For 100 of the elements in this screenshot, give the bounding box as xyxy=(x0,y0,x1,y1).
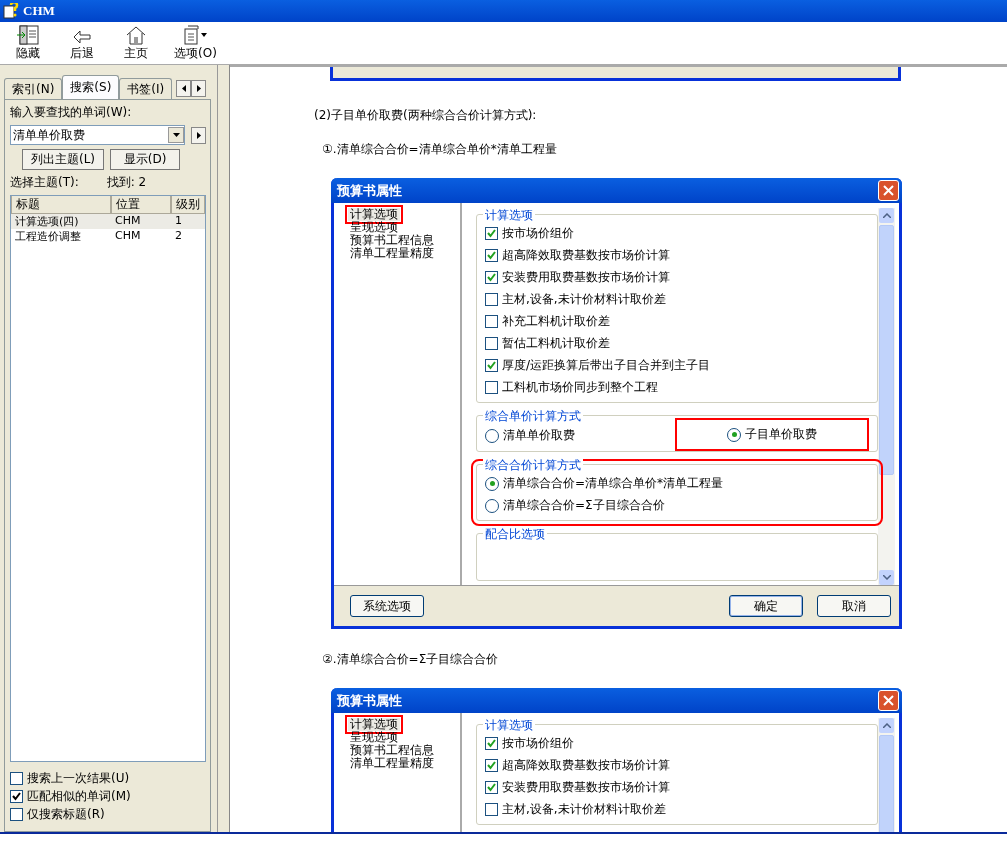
tree-item[interactable]: 呈现选项 xyxy=(348,731,400,744)
radio-label: 清单综合合价=Σ子目综合合价 xyxy=(503,497,665,514)
group-title: 综合单价计算方式 xyxy=(483,408,583,425)
down-chevron-icon xyxy=(882,575,891,580)
column-header[interactable]: 位置 xyxy=(111,196,171,214)
checkbox[interactable] xyxy=(485,315,498,328)
section-heading: (2)子目单价取费(两种综合合价计算方式): xyxy=(314,107,538,124)
checkbox[interactable] xyxy=(485,249,498,262)
checkbox[interactable] xyxy=(485,803,498,816)
toolbar-button[interactable]: 隐藏 xyxy=(8,25,48,62)
back-arrow-icon xyxy=(72,29,92,45)
checkbox[interactable] xyxy=(485,293,498,306)
group-title: 计算选项 xyxy=(483,717,535,734)
checkbox-label: 超高降效取费基数按市场价计算 xyxy=(502,247,670,264)
list-topics-button[interactable]: 列出主题(L) xyxy=(22,149,105,170)
topics-label: 选择主题(T): xyxy=(10,174,79,191)
window-title: CHM xyxy=(23,3,55,19)
group-title: 计算选项 xyxy=(483,207,535,224)
checkbox-label: 工料机市场价同步到整个工程 xyxy=(502,379,658,396)
scrollbar[interactable] xyxy=(878,208,895,585)
scroll-up-button[interactable] xyxy=(879,208,894,223)
group-title: 综合合价计算方式 xyxy=(483,457,583,474)
tree-item[interactable]: 计算选项 xyxy=(348,208,400,221)
search-combo-field[interactable]: 清单单价取费 xyxy=(10,125,185,145)
topic-row[interactable]: 工程造价调整 CHM 2 xyxy=(11,229,205,244)
nav-tab[interactable]: 索引(N) xyxy=(4,78,63,99)
checkbox[interactable] xyxy=(10,808,23,821)
nav-tab[interactable]: 书签(I) xyxy=(119,78,173,99)
radio-button[interactable] xyxy=(727,427,741,442)
radio-label: 清单综合合价=清单综合单价*清单工程量 xyxy=(503,475,724,492)
home-icon xyxy=(125,25,147,45)
checkbox-label: 厚度/运距换算后带出子目合并到主子目 xyxy=(502,357,711,374)
checkbox[interactable] xyxy=(10,772,23,785)
expand-arrow-button[interactable] xyxy=(191,126,206,144)
tree-item[interactable]: 清单工程量精度 xyxy=(348,757,436,770)
radio-label: 清单单价取费 xyxy=(503,427,575,444)
dialog-title: 预算书属性 xyxy=(337,181,402,200)
radio-button[interactable] xyxy=(485,428,499,443)
checkbox[interactable] xyxy=(485,781,498,794)
left-triangle-icon xyxy=(181,85,186,92)
tree-item[interactable]: 预算书工程信息 xyxy=(348,744,436,757)
tree-item[interactable]: 呈现选项 xyxy=(348,221,400,234)
up-chevron-icon xyxy=(882,213,891,218)
checkbox-label: 主材,设备,未计价材料计取价差 xyxy=(502,801,666,818)
dialog-title: 预算书属性 xyxy=(337,691,402,710)
checkbox[interactable] xyxy=(485,337,498,350)
checkbox[interactable] xyxy=(485,359,498,372)
column-header[interactable]: 标题 xyxy=(11,196,111,214)
checkbox-label: 按市场价组价 xyxy=(502,735,574,752)
radio-label: 子目单价取费 xyxy=(745,426,817,443)
tree-item[interactable]: 计算选项 xyxy=(348,718,400,731)
checkbox-label: 匹配相似的单词(M) xyxy=(27,788,131,805)
toolbar-button[interactable]: 主页 xyxy=(116,25,156,62)
column-header[interactable]: 级别 xyxy=(171,196,205,214)
checkbox-label: 安装费用取费基数按市场价计算 xyxy=(502,779,670,796)
hide-pane-icon xyxy=(16,25,40,45)
scroll-right-button[interactable] xyxy=(191,80,207,97)
down-triangle-icon xyxy=(172,133,180,137)
scroll-down-button[interactable] xyxy=(879,570,894,585)
scroll-left-button[interactable] xyxy=(176,80,192,97)
step-text: ①.清单综合合价=清单综合单价*清单工程量 xyxy=(322,141,558,158)
tree-item[interactable]: 清单工程量精度 xyxy=(348,247,436,260)
checkbox-label: 安装费用取费基数按市场价计算 xyxy=(502,269,670,286)
checkbox[interactable] xyxy=(485,759,498,772)
right-triangle-icon xyxy=(196,85,201,92)
cancel-button[interactable]: 取消 xyxy=(817,595,891,617)
display-button[interactable]: 显示(D) xyxy=(110,149,181,170)
close-icon xyxy=(883,695,894,706)
checkbox[interactable] xyxy=(485,381,498,394)
topic-row[interactable]: 计算选项(四) CHM 1 xyxy=(11,214,205,229)
step-text: ②.清单综合合价=Σ子目综合合价 xyxy=(322,651,500,668)
checkbox[interactable] xyxy=(10,790,23,803)
checkbox[interactable] xyxy=(485,227,498,240)
ok-button[interactable]: 确定 xyxy=(729,595,803,617)
checkbox[interactable] xyxy=(485,737,498,750)
help-file-icon xyxy=(3,3,19,19)
radio-button[interactable] xyxy=(485,498,499,513)
scroll-up-button[interactable] xyxy=(879,718,894,733)
search-label: 输入要查找的单词(W): xyxy=(10,104,133,121)
checkbox-label: 按市场价组价 xyxy=(502,225,574,242)
checkbox-label: 仅搜索标题(R) xyxy=(27,806,105,823)
found-count: 找到: 2 xyxy=(106,174,147,191)
system-options-button[interactable]: 系统选项 xyxy=(350,595,424,617)
close-button[interactable] xyxy=(878,690,899,711)
checkbox-label: 暂估工料机计取价差 xyxy=(502,335,610,352)
options-icon xyxy=(182,25,209,45)
group-title: 配合比选项 xyxy=(483,526,547,543)
right-triangle-icon xyxy=(196,131,201,139)
checkbox-label: 超高降效取费基数按市场价计算 xyxy=(502,757,670,774)
checkbox-label: 主材,设备,未计价材料计取价差 xyxy=(502,291,666,308)
toolbar-button[interactable]: 选项(O) xyxy=(170,25,221,62)
dropdown-button[interactable] xyxy=(168,127,184,143)
close-button[interactable] xyxy=(878,180,899,201)
nav-tab[interactable]: 搜索(S) xyxy=(62,75,120,99)
tree-item[interactable]: 预算书工程信息 xyxy=(348,234,436,247)
radio-button[interactable] xyxy=(485,476,499,491)
toolbar-button[interactable]: 后退 xyxy=(62,29,102,62)
up-chevron-icon xyxy=(882,723,891,728)
close-icon xyxy=(883,185,894,196)
checkbox[interactable] xyxy=(485,271,498,284)
